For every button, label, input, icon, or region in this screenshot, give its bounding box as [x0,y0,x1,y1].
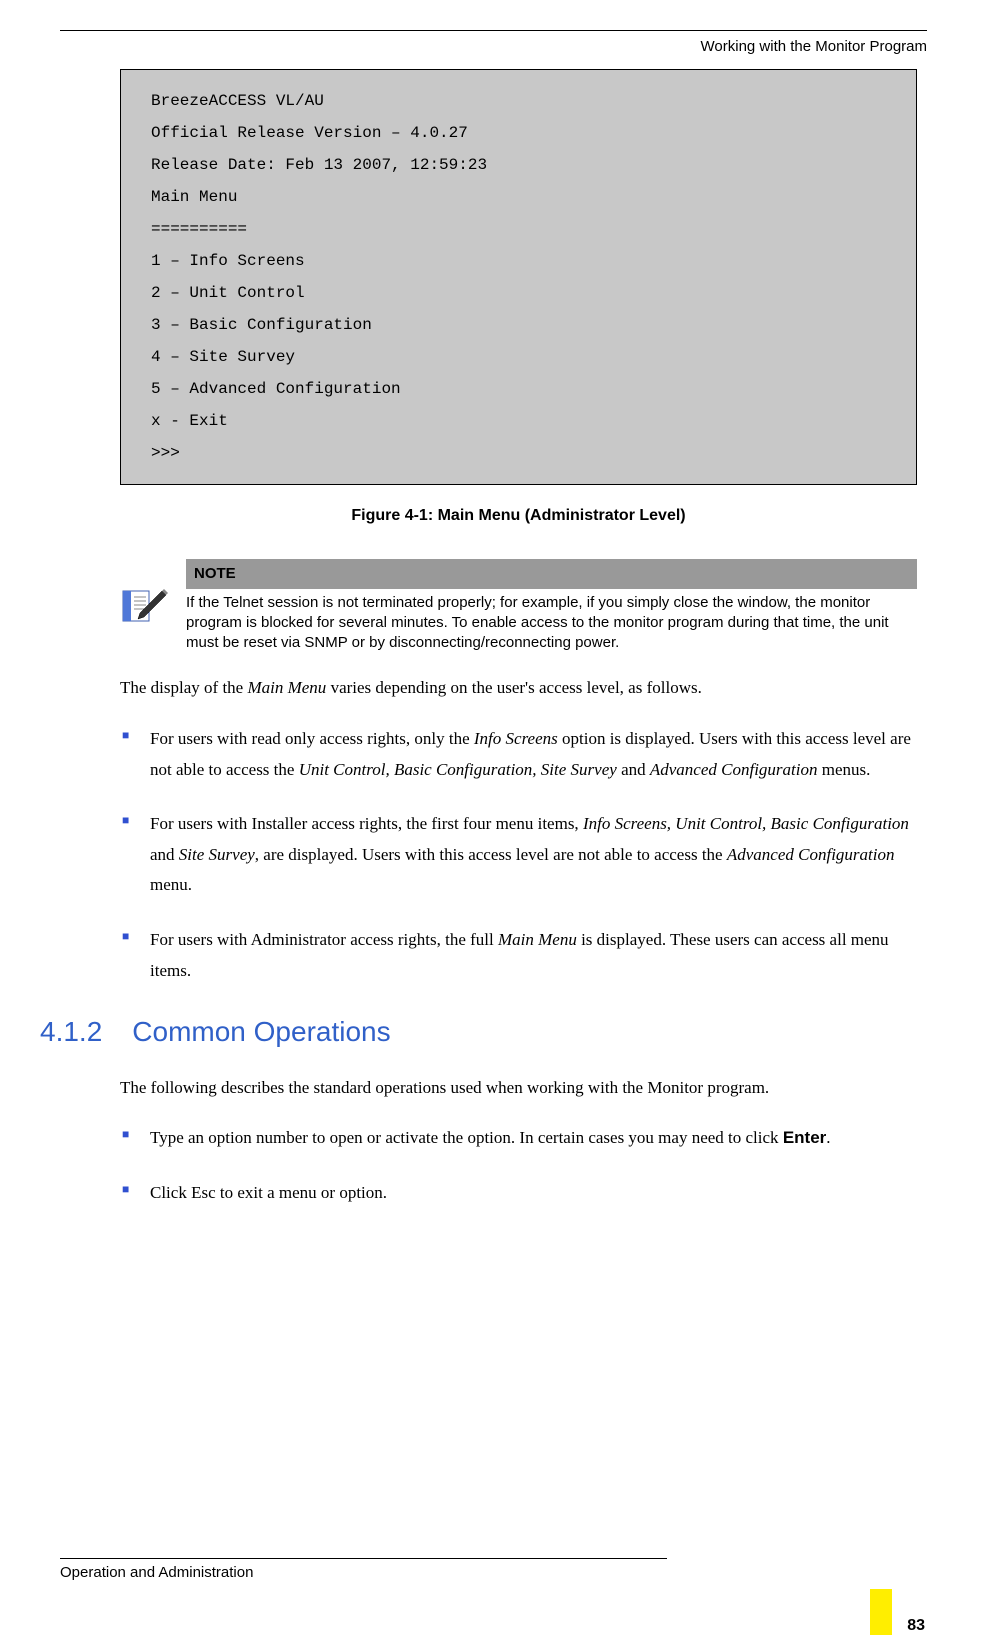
terminal-line: ========== [151,213,886,245]
page-number: 83 [907,1613,925,1639]
operations-list: Type an option number to open or activat… [120,1123,917,1208]
terminal-line: x - Exit [151,405,886,437]
list-item: Type an option number to open or activat… [120,1123,917,1154]
terminal-line: BreezeACCESS VL/AU [151,85,886,117]
section-number: 4.1.2 [40,1010,102,1055]
list-item: For users with Administrator access righ… [120,925,917,986]
note-label: NOTE [186,559,917,589]
note-icon [120,585,168,633]
terminal-output: BreezeACCESS VL/AUOfficial Release Versi… [120,69,917,485]
access-level-list: For users with read only access rights, … [120,724,917,986]
section-title: Common Operations [132,1010,390,1055]
section-intro: The following describes the standard ope… [120,1073,917,1104]
terminal-line: Release Date: Feb 13 2007, 12:59:23 [151,149,886,181]
terminal-line: 5 – Advanced Configuration [151,373,886,405]
note-text: If the Telnet session is not terminated … [186,593,917,654]
page-marker [870,1589,892,1635]
note-block: NOTE If the Telnet session is not termin… [120,559,917,654]
footer-text: Operation and Administration [60,1561,927,1585]
list-item: For users with Installer access rights, … [120,809,917,901]
list-item: Click Esc to exit a menu or option. [120,1178,917,1209]
body-intro: The display of the Main Menu varies depe… [120,673,917,704]
terminal-line: Official Release Version – 4.0.27 [151,117,886,149]
running-header: Working with the Monitor Program [0,31,987,69]
terminal-line: 4 – Site Survey [151,341,886,373]
list-item: For users with read only access rights, … [120,724,917,785]
terminal-line: Main Menu [151,181,886,213]
figure-caption: Figure 4-1: Main Menu (Administrator Lev… [120,503,917,529]
terminal-line: 1 – Info Screens [151,245,886,277]
terminal-line: 2 – Unit Control [151,277,886,309]
terminal-line: 3 – Basic Configuration [151,309,886,341]
terminal-line: >>> [151,437,886,469]
